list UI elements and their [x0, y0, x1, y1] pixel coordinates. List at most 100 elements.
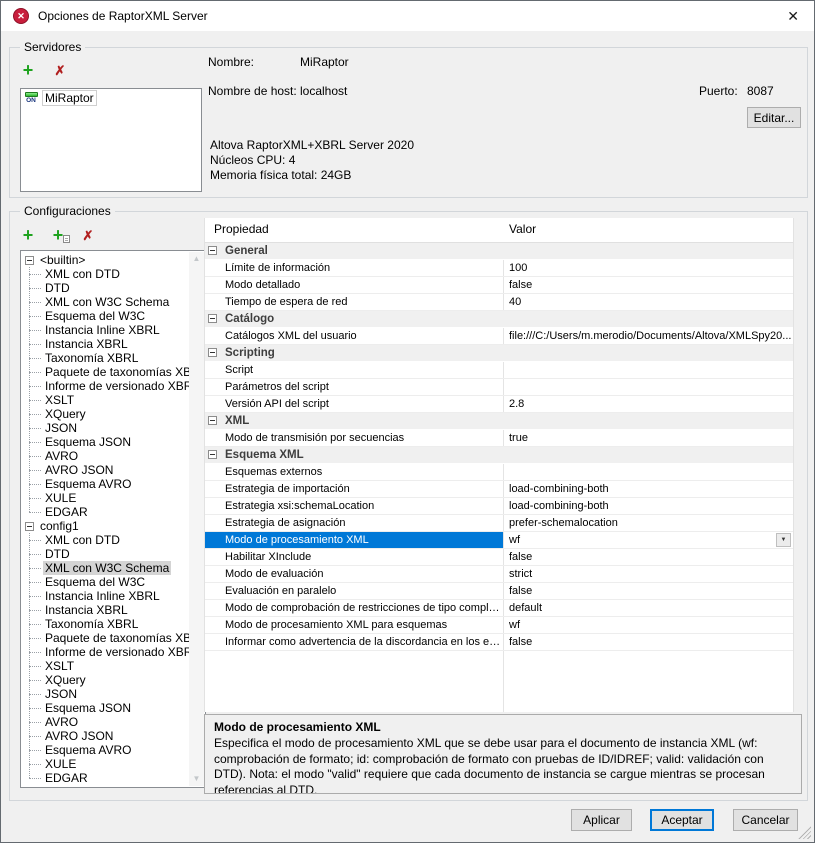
prop-name: Estrategia xsi:schemaLocation — [205, 498, 503, 514]
tree-root-item[interactable]: <builtin> — [23, 253, 205, 267]
server-listbox[interactable]: ON MiRaptor — [20, 88, 202, 192]
tree-item[interactable]: Instancia XBRL — [23, 337, 205, 351]
tree-item[interactable]: Instancia Inline XBRL — [23, 589, 205, 603]
resize-grip[interactable] — [798, 826, 811, 839]
edit-button[interactable]: Editar... — [747, 107, 801, 128]
add-config-copy-button[interactable]: + — [50, 227, 66, 243]
tree-connector — [29, 568, 41, 569]
tree-item[interactable]: XSLT — [23, 659, 205, 673]
prop-name: Versión API del script — [205, 396, 503, 412]
grid-prop-row[interactable]: Modo de transmisión por secuenciastrue — [205, 430, 793, 447]
property-grid-header: Propiedad Valor — [205, 218, 793, 243]
tree-item[interactable]: XML con DTD — [23, 267, 205, 281]
tree-item[interactable]: Informe de versionado XBRL — [23, 645, 205, 659]
tree-connector — [29, 372, 41, 373]
collapse-expander-icon[interactable] — [208, 246, 217, 255]
tree-item[interactable]: JSON — [23, 687, 205, 701]
tree-item-label: XSLT — [43, 393, 76, 407]
grid-prop-row[interactable]: Script — [205, 362, 793, 379]
tree-item[interactable]: XQuery — [23, 407, 205, 421]
tree-item[interactable]: Esquema JSON — [23, 435, 205, 449]
grid-prop-row[interactable]: Parámetros del script — [205, 379, 793, 396]
tree-item[interactable]: AVRO JSON — [23, 729, 205, 743]
tree-item[interactable]: EDGAR — [23, 771, 205, 785]
grid-prop-row[interactable]: Estrategia de asignaciónprefer-schemaloc… — [205, 515, 793, 532]
grid-prop-row[interactable]: Modo de procesamiento XMLwf▼ — [205, 532, 793, 549]
tree-item[interactable]: XML con DTD — [23, 533, 205, 547]
grid-prop-row[interactable]: Límite de información100 — [205, 260, 793, 277]
accept-button[interactable]: Aceptar — [650, 809, 714, 831]
tree-item[interactable]: DTD — [23, 281, 205, 295]
prop-value: 100 — [503, 260, 793, 276]
grid-prop-row[interactable]: Habilitar XIncludefalse — [205, 549, 793, 566]
grid-prop-row[interactable]: Modo detalladofalse — [205, 277, 793, 294]
tree-item[interactable]: XULE — [23, 757, 205, 771]
tree-item[interactable]: Taxonomía XBRL — [23, 351, 205, 365]
tree-item-label: AVRO JSON — [43, 729, 115, 743]
grid-group-row[interactable]: Catálogo — [205, 311, 793, 328]
tree-root-item[interactable]: config1 — [23, 519, 205, 533]
tree-item[interactable]: Esquema JSON — [23, 701, 205, 715]
grid-prop-row[interactable]: Modo de procesamiento XML para esquemasw… — [205, 617, 793, 634]
tree-item[interactable]: AVRO JSON — [23, 463, 205, 477]
tree-item[interactable]: AVRO — [23, 715, 205, 729]
add-server-button[interactable]: + — [20, 62, 36, 78]
tree-scrollbar[interactable]: ▲ ▼ — [189, 252, 204, 786]
tree-item[interactable]: Esquema del W3C — [23, 575, 205, 589]
grid-group-row[interactable]: Esquema XML — [205, 447, 793, 464]
tree-item[interactable]: EDGAR — [23, 505, 205, 519]
tree-item[interactable]: JSON — [23, 421, 205, 435]
collapse-expander-icon[interactable] — [208, 314, 217, 323]
cancel-button[interactable]: Cancelar — [733, 809, 798, 831]
apply-button[interactable]: Aplicar — [571, 809, 632, 831]
grid-prop-row[interactable]: Informar como advertencia de la discorda… — [205, 634, 793, 651]
tree-item[interactable]: XML con W3C Schema — [23, 295, 205, 309]
collapse-expander-icon[interactable] — [208, 348, 217, 357]
collapse-expander-icon[interactable] — [208, 450, 217, 459]
scroll-up-icon[interactable]: ▲ — [189, 252, 204, 266]
scroll-down-icon[interactable]: ▼ — [189, 772, 204, 786]
tree-item[interactable]: Informe de versionado XBRL — [23, 379, 205, 393]
tree-item[interactable]: XQuery — [23, 673, 205, 687]
add-config-button[interactable]: + — [20, 227, 36, 243]
tree-item[interactable]: Paquete de taxonomías XBRL — [23, 631, 205, 645]
delete-config-button[interactable]: ✗ — [80, 227, 96, 243]
grid-prop-row[interactable]: Evaluación en paralelofalse — [205, 583, 793, 600]
grid-prop-row[interactable]: Estrategia xsi:schemaLocationload-combin… — [205, 498, 793, 515]
grid-group-row[interactable]: XML — [205, 413, 793, 430]
tree-item[interactable]: XSLT — [23, 393, 205, 407]
prop-value: wf — [503, 532, 793, 548]
grid-prop-row[interactable]: Modo de evaluaciónstrict — [205, 566, 793, 583]
close-icon[interactable]: ✕ — [784, 8, 802, 25]
delete-server-button[interactable]: ✗ — [52, 62, 68, 78]
dropdown-arrow-icon[interactable]: ▼ — [776, 533, 791, 547]
tree-item[interactable]: AVRO — [23, 449, 205, 463]
collapse-expander-icon[interactable] — [25, 522, 34, 531]
tree-item[interactable]: XULE — [23, 491, 205, 505]
tree-item[interactable]: Esquema AVRO — [23, 743, 205, 757]
server-list-item[interactable]: ON MiRaptor — [21, 89, 201, 107]
grid-group-row[interactable]: General — [205, 243, 793, 260]
collapse-expander-icon[interactable] — [208, 416, 217, 425]
grid-prop-row[interactable]: Versión API del script2.8 — [205, 396, 793, 413]
grid-prop-row[interactable]: Estrategia de importaciónload-combining-… — [205, 481, 793, 498]
tree-item-label: Taxonomía XBRL — [43, 351, 140, 365]
tree-item[interactable]: Taxonomía XBRL — [23, 617, 205, 631]
tree-item-label: DTD — [43, 547, 72, 561]
tree-item[interactable]: Esquema del W3C — [23, 309, 205, 323]
config-tree[interactable]: ▲ ▼ <builtin>XML con DTDDTDXML con W3C S… — [20, 250, 206, 788]
grid-prop-row[interactable]: Catálogos XML del usuariofile:///C:/User… — [205, 328, 793, 345]
tree-item[interactable]: Instancia XBRL — [23, 603, 205, 617]
tree-item[interactable]: XML con W3C Schema — [23, 561, 205, 575]
tree-item[interactable]: Paquete de taxonomías XBRL — [23, 365, 205, 379]
grid-prop-row[interactable]: Tiempo de espera de red40 — [205, 294, 793, 311]
tree-item[interactable]: DTD — [23, 547, 205, 561]
grid-prop-row[interactable]: Modo de comprobación de restricciones de… — [205, 600, 793, 617]
tree-item-label: Instancia Inline XBRL — [43, 589, 162, 603]
grid-group-row[interactable]: Scripting — [205, 345, 793, 362]
tree-connector — [29, 694, 41, 695]
grid-prop-row[interactable]: Esquemas externos — [205, 464, 793, 481]
tree-item[interactable]: Instancia Inline XBRL — [23, 323, 205, 337]
tree-item[interactable]: Esquema AVRO — [23, 477, 205, 491]
collapse-expander-icon[interactable] — [25, 256, 34, 265]
